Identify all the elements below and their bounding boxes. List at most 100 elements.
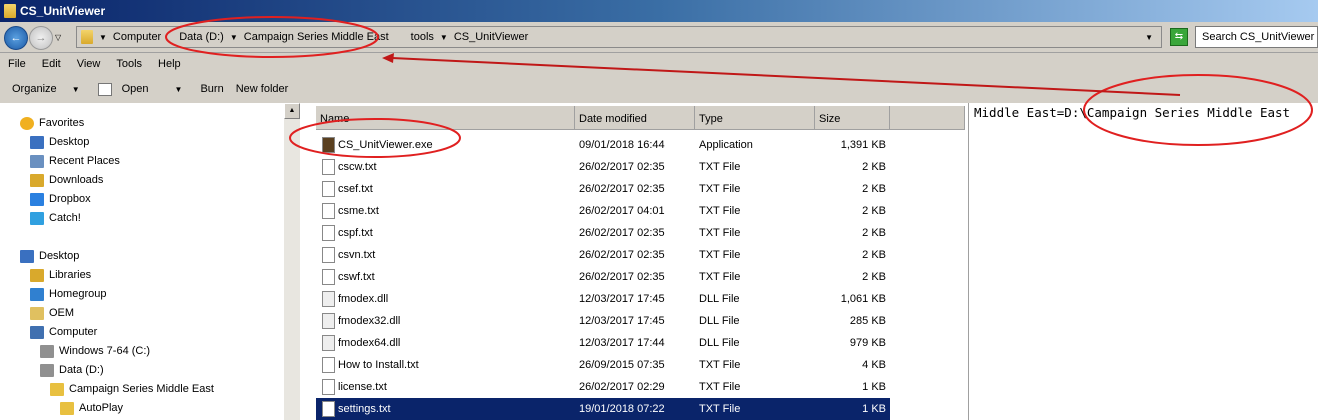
file-row[interactable]: fmodex64.dll 12/03/2017 17:44 DLL File 9… xyxy=(316,332,890,354)
computer-icon xyxy=(30,325,44,339)
column-header-date[interactable]: Date modified xyxy=(575,106,695,130)
file-row[interactable]: settings.txt 19/01/2018 07:22 TXT File 1… xyxy=(316,398,890,420)
txt-file-icon xyxy=(322,401,335,417)
dll-file-icon xyxy=(322,335,335,351)
file-size: 2 KB xyxy=(862,249,886,261)
window-title: CS_UnitViewer xyxy=(20,4,106,18)
file-date: 26/02/2017 02:35 xyxy=(579,161,665,173)
open-button[interactable]: Open ▼ xyxy=(92,82,195,96)
refresh-icon[interactable]: ⇆ xyxy=(1170,28,1188,46)
drive-icon xyxy=(40,344,54,358)
header-label: Name xyxy=(320,113,350,125)
file-size: 2 KB xyxy=(862,183,886,195)
column-header-blank[interactable] xyxy=(890,106,965,130)
column-header-name[interactable]: Name xyxy=(316,106,575,130)
file-row[interactable]: CS_UnitViewer.exe 09/01/2018 16:44 Appli… xyxy=(316,134,890,156)
file-date: 26/09/2015 07:35 xyxy=(579,359,665,371)
nav-item[interactable]: Windows 7-64 (C:) xyxy=(40,342,150,360)
txt-file-icon xyxy=(322,357,335,373)
nav-item-label: Dropbox xyxy=(49,193,91,205)
nav-item[interactable]: Desktop xyxy=(20,247,79,265)
address-field[interactable]: ▼ Computer Data (D:) ▼ Campaign Series M… xyxy=(76,26,1162,48)
header-label: Size xyxy=(819,113,841,125)
command-bar: Organize ▼ Open ▼ Burn New folder xyxy=(0,77,294,101)
downloads-icon xyxy=(30,173,44,187)
new-folder-button[interactable]: New folder xyxy=(230,83,295,95)
file-size: 1 KB xyxy=(862,381,886,393)
recent-places-icon xyxy=(30,154,44,168)
menu-edit[interactable]: Edit xyxy=(34,55,69,75)
folder-icon xyxy=(4,4,16,18)
file-size: 1,391 KB xyxy=(840,139,886,151)
organize-button[interactable]: Organize ▼ xyxy=(0,83,92,95)
file-row[interactable]: license.txt 26/02/2017 02:29 TXT File 1 … xyxy=(316,376,890,398)
menu-file[interactable]: File xyxy=(0,55,34,75)
nav-scrollbar[interactable]: ▲ xyxy=(284,103,300,420)
crumb-current[interactable]: CS_UnitViewer xyxy=(454,31,528,43)
crumb-tools[interactable]: tools xyxy=(411,31,434,43)
star-icon xyxy=(20,116,34,130)
file-date: 26/02/2017 02:35 xyxy=(579,183,665,195)
chevron-icon[interactable]: ▼ xyxy=(440,33,448,42)
file-row[interactable]: How to Install.txt 26/09/2015 07:35 TXT … xyxy=(316,354,890,376)
file-size: 979 KB xyxy=(849,337,886,349)
nav-item[interactable]: Data (D:) xyxy=(40,361,104,379)
menu-view[interactable]: View xyxy=(69,55,109,75)
scroll-up-button[interactable]: ▲ xyxy=(284,103,300,119)
file-size: 1,061 KB xyxy=(840,293,886,305)
header-label: Type xyxy=(699,113,723,125)
file-type: Application xyxy=(699,139,753,151)
burn-button[interactable]: Burn xyxy=(194,83,229,95)
chevron-icon[interactable]: ▼ xyxy=(230,33,238,42)
desktop-icon xyxy=(20,249,34,263)
file-row[interactable]: cscw.txt 26/02/2017 02:35 TXT File 2 KB xyxy=(316,156,890,178)
file-row[interactable]: fmodex.dll 12/03/2017 17:45 DLL File 1,0… xyxy=(316,288,890,310)
address-dropdown-icon[interactable]: ▼ xyxy=(1145,33,1153,42)
file-name: csef.txt xyxy=(338,183,373,195)
nav-item[interactable]: Homegroup xyxy=(30,285,106,303)
nav-item-label: Recent Places xyxy=(49,155,120,167)
nav-item[interactable]: AutoPlay xyxy=(60,399,123,417)
homegroup-icon xyxy=(30,287,44,301)
nav-item[interactable]: Downloads xyxy=(30,171,103,189)
search-input[interactable]: Search CS_UnitViewer xyxy=(1195,26,1318,48)
file-row[interactable]: csef.txt 26/02/2017 02:35 TXT File 2 KB xyxy=(316,178,890,200)
crumb-drive[interactable]: Data (D:) xyxy=(179,31,224,43)
recent-pages-dropdown[interactable]: ▽ xyxy=(55,33,61,42)
file-name: csvn.txt xyxy=(338,249,376,261)
file-type: TXT File xyxy=(699,227,741,239)
file-row[interactable]: fmodex32.dll 12/03/2017 17:45 DLL File 2… xyxy=(316,310,890,332)
crumb-computer[interactable]: Computer xyxy=(113,31,161,43)
nav-item[interactable]: Favorites xyxy=(20,114,84,132)
libraries-icon xyxy=(30,268,44,282)
file-row[interactable]: csme.txt 26/02/2017 04:01 TXT File 2 KB xyxy=(316,200,890,222)
annotation-arrow xyxy=(391,57,1181,96)
nav-item[interactable]: Recent Places xyxy=(30,152,120,170)
file-name: CS_UnitViewer.exe xyxy=(338,139,433,151)
nav-item[interactable]: Catch! xyxy=(30,209,81,227)
folder-icon xyxy=(60,401,74,415)
file-row[interactable]: csvn.txt 26/02/2017 02:35 TXT File 2 KB xyxy=(316,244,890,266)
nav-item[interactable]: Computer xyxy=(30,323,97,341)
nav-item-label: Windows 7-64 (C:) xyxy=(59,345,151,357)
folder-icon xyxy=(50,382,64,396)
nav-item[interactable]: Libraries xyxy=(30,266,91,284)
file-type: DLL File xyxy=(699,315,740,327)
menu-help[interactable]: Help xyxy=(150,55,189,75)
nav-item[interactable]: Dropbox xyxy=(30,190,91,208)
file-type: DLL File xyxy=(699,293,740,305)
crumb-campaign[interactable]: Campaign Series Middle East xyxy=(244,31,389,43)
back-button[interactable]: ← xyxy=(4,25,28,50)
column-header-size[interactable]: Size xyxy=(815,106,890,130)
file-type: TXT File xyxy=(699,249,741,261)
menu-tools[interactable]: Tools xyxy=(108,55,150,75)
nav-item[interactable]: Campaign Series Middle East xyxy=(50,380,214,398)
navigation-pane: Favorites Desktop Recent Places Downloads Dr… xyxy=(0,103,284,420)
file-row[interactable]: cswf.txt 26/02/2017 02:35 TXT File 2 KB xyxy=(316,266,890,288)
notepad-icon xyxy=(97,82,112,96)
nav-item[interactable]: OEM xyxy=(30,304,74,322)
column-header-type[interactable]: Type xyxy=(695,106,815,130)
nav-item[interactable]: Desktop xyxy=(30,133,89,151)
file-row[interactable]: cspf.txt 26/02/2017 02:35 TXT File 2 KB xyxy=(316,222,890,244)
forward-button[interactable]: → xyxy=(29,25,53,50)
